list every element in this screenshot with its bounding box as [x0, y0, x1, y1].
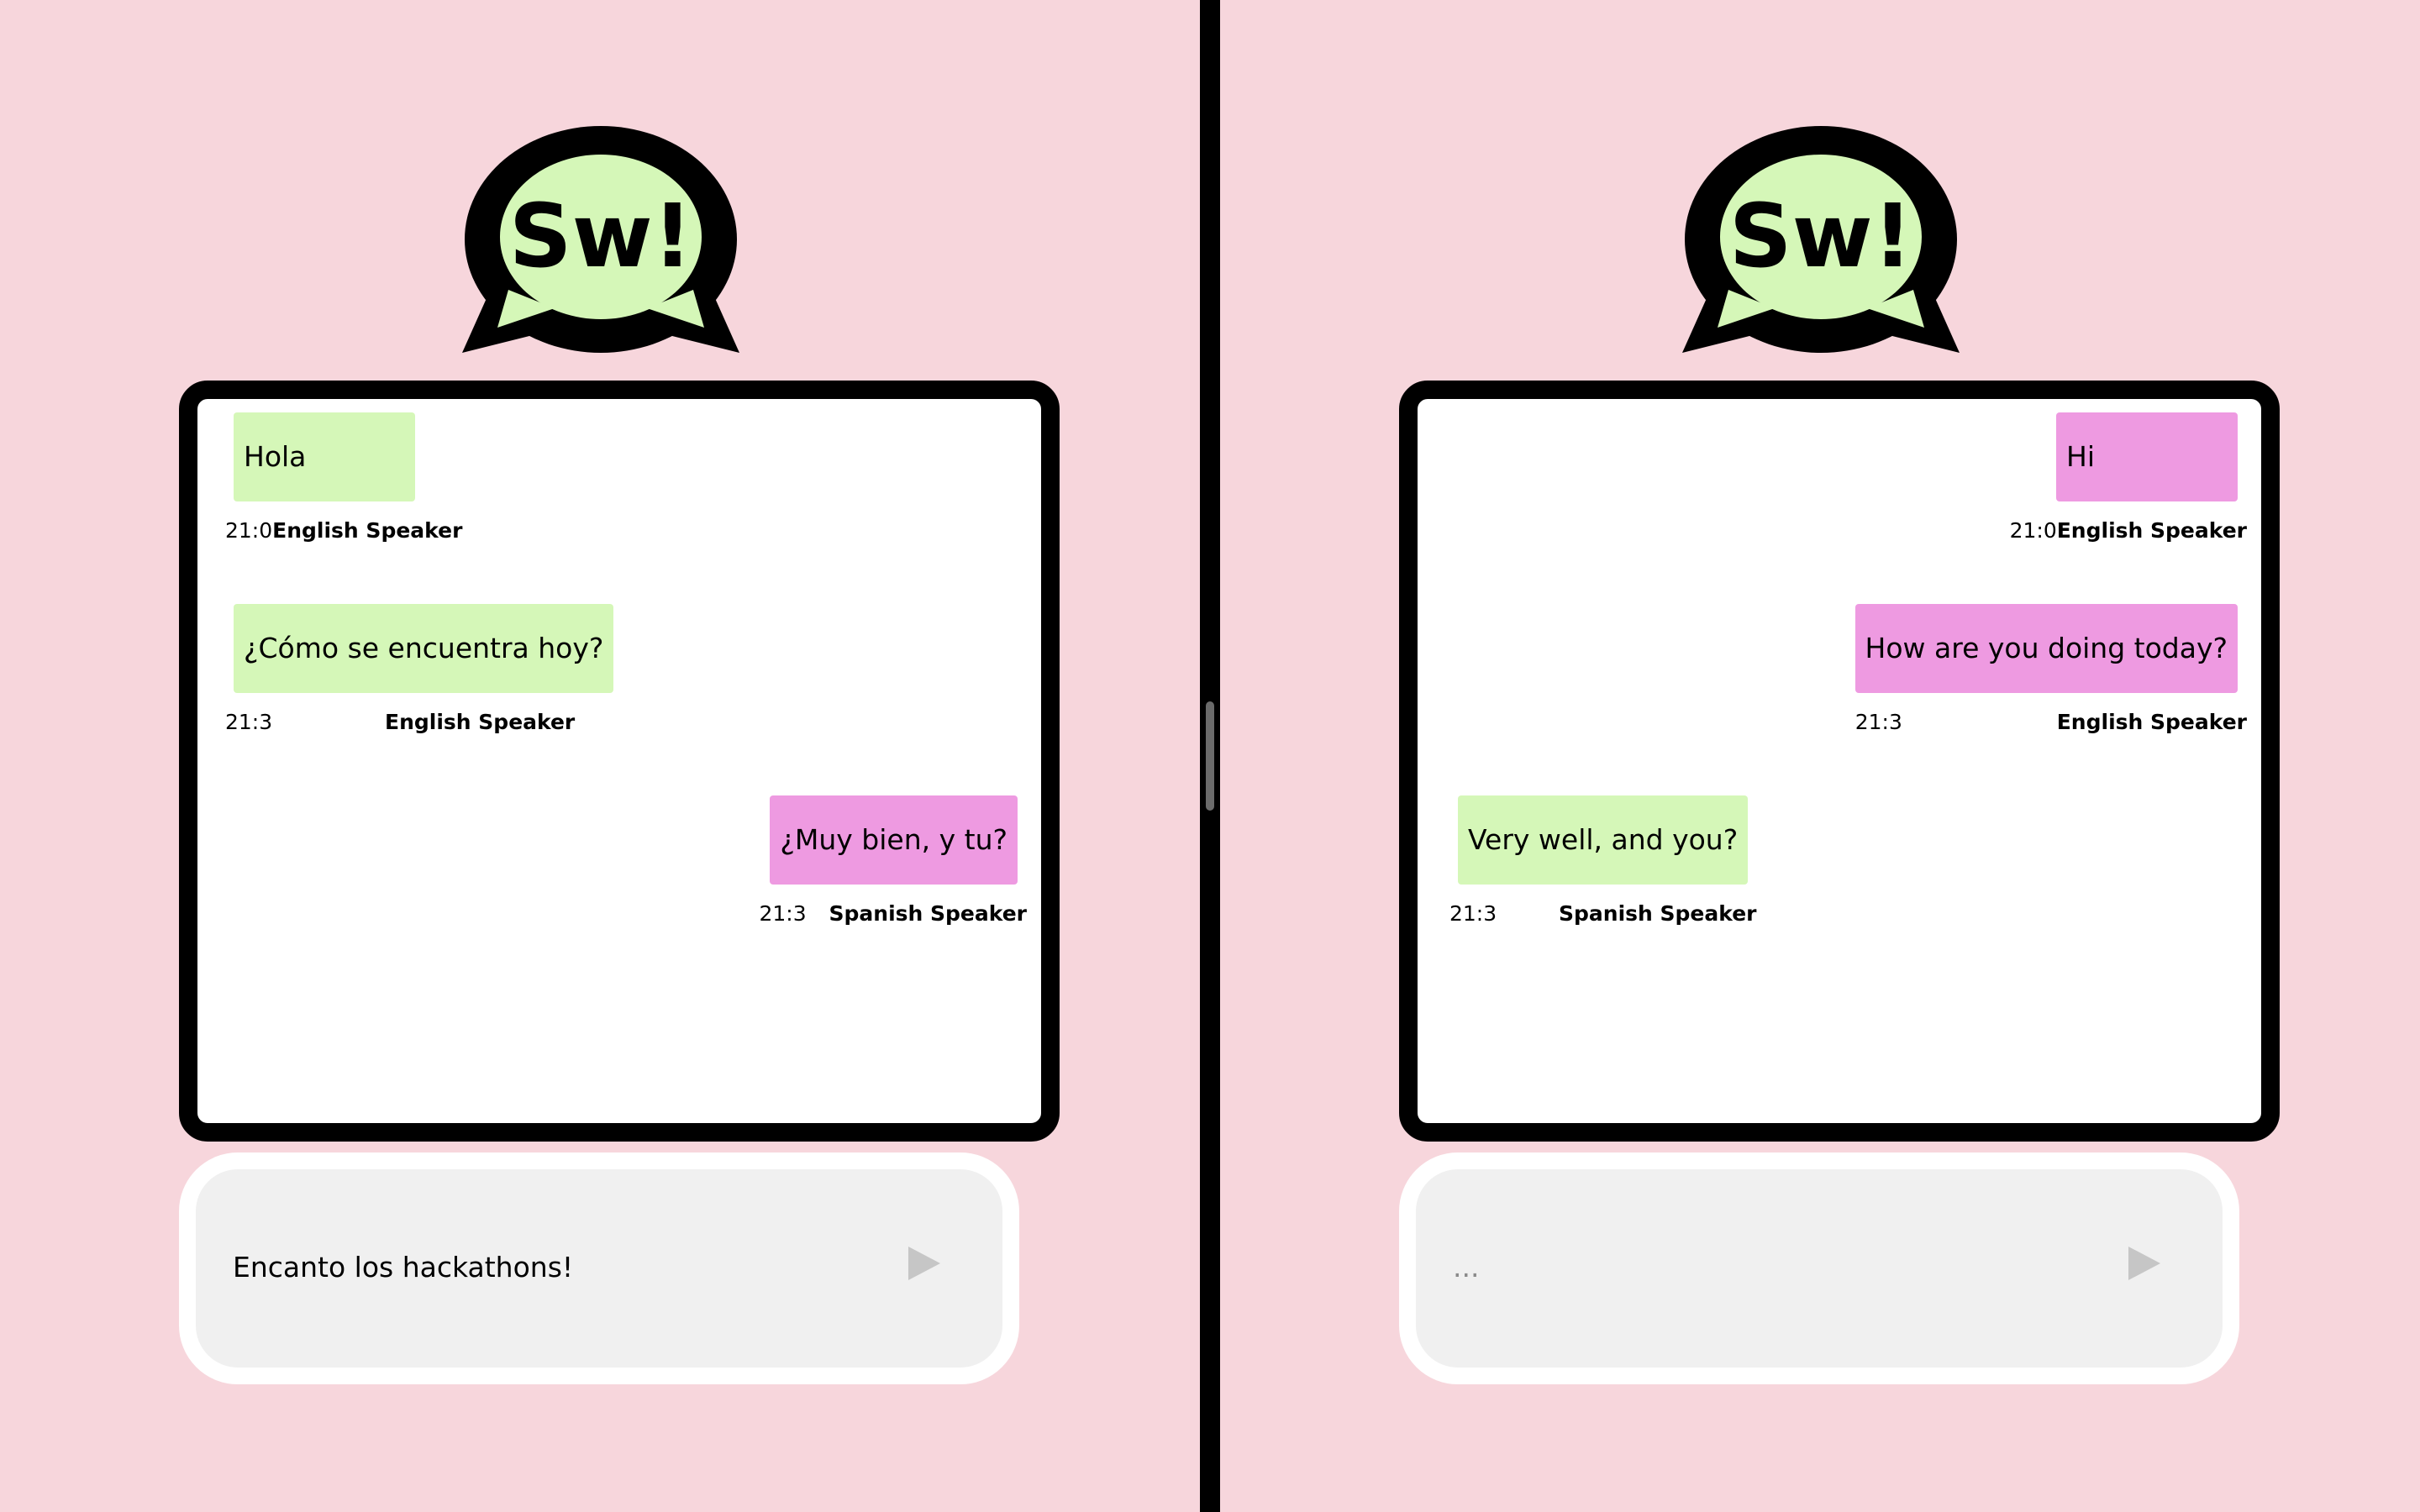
message-input-box [179, 1152, 1019, 1384]
message-bubble: ¿Muy bien, y tu? [770, 795, 1018, 885]
message-time: 21:0 [2009, 518, 2057, 543]
message: Very well, and you? 21:3 Spanish Speaker [1449, 795, 1757, 926]
logo-text: Sw! [1729, 185, 1912, 287]
message-bubble: ¿Cómo se encuentra hoy? [234, 604, 614, 693]
logo-text: Sw! [509, 185, 692, 287]
send-arrow-icon [2128, 1247, 2160, 1280]
message: How are you doing today? 21:3 English Spe… [1854, 604, 2247, 734]
message-speaker: Spanish Speaker [1559, 901, 1757, 926]
message-meta: 21:3 Spanish Speaker [1449, 901, 1757, 926]
message-speaker: English Speaker [272, 518, 463, 543]
logo: Sw! [462, 122, 739, 353]
message: ¿Cómo se encuentra hoy? 21:3 English Spea… [225, 604, 614, 734]
speech-bubble-logo-icon: Sw! [462, 126, 739, 353]
message-bubble: How are you doing today? [1854, 604, 2238, 693]
right-pane: Sw! Hi 21:0English Speaker How are you d… [1220, 0, 2420, 1512]
left-pane: Sw! Hola 21:0English Speaker ¿Cómo se en… [0, 0, 1200, 1512]
message: Hola 21:0English Speaker [225, 412, 462, 543]
send-arrow-icon [908, 1247, 940, 1280]
send-button[interactable] [903, 1243, 944, 1284]
message-bubble: Very well, and you? [1458, 795, 1749, 885]
message: ¿Muy bien, y tu? 21:3 Spanish Speaker [760, 795, 1027, 926]
message-speaker: English Speaker [2056, 710, 2247, 734]
message-bubble: Hi [2056, 412, 2238, 501]
message-bubble: Hola [234, 412, 415, 501]
message-speaker: English Speaker [2056, 518, 2247, 543]
message-input-box [1399, 1152, 2239, 1384]
message-meta: 21:0English Speaker [225, 518, 462, 543]
chat-window[interactable]: Hi 21:0English Speaker How are you doing… [1399, 381, 2280, 1142]
message-speaker: Spanish Speaker [829, 901, 1028, 926]
message-time: 21:3 [1449, 901, 1497, 926]
message-meta: 21:3 Spanish Speaker [760, 901, 1028, 926]
message-time: 21:3 [759, 901, 807, 926]
send-button[interactable] [2123, 1243, 2164, 1284]
speech-bubble-logo-icon: Sw! [1682, 126, 1960, 353]
message: Hi 21:0English Speaker [2010, 412, 2247, 543]
message-time: 21:3 [1854, 710, 1902, 734]
message-time: 21:3 [225, 710, 273, 734]
chat-window[interactable]: Hola 21:0English Speaker ¿Cómo se encuen… [179, 381, 1060, 1142]
message-input[interactable] [231, 1236, 890, 1297]
split-resize-handle[interactable] [1206, 701, 1214, 811]
message-meta: 21:0English Speaker [2010, 518, 2247, 543]
message-meta: 21:3 English Speaker [1855, 710, 2247, 734]
logo: Sw! [1682, 122, 1960, 353]
message-speaker: English Speaker [385, 710, 576, 734]
message-time: 21:0 [225, 518, 273, 543]
message-input[interactable] [1451, 1236, 2110, 1297]
message-meta: 21:3 English Speaker [225, 710, 613, 734]
